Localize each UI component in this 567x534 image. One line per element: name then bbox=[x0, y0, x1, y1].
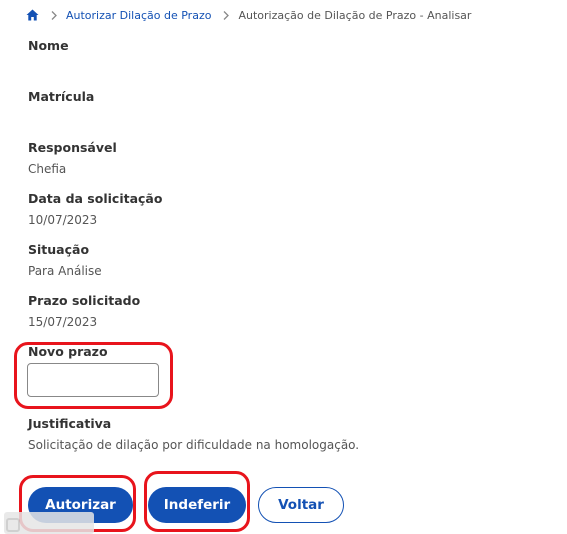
watermark-logo bbox=[4, 512, 94, 534]
situacao-label: Situação bbox=[28, 242, 90, 257]
responsavel-value: Chefia bbox=[28, 162, 67, 176]
situacao-value: Para Análise bbox=[28, 264, 102, 278]
novo-prazo-label: Novo prazo bbox=[28, 344, 108, 359]
home-icon[interactable] bbox=[26, 9, 39, 21]
justificativa-value: Solicitação de dilação por dificuldade n… bbox=[28, 438, 360, 452]
prazo-solicitado-label: Prazo solicitado bbox=[28, 293, 141, 308]
voltar-button[interactable]: Voltar bbox=[258, 487, 344, 523]
nome-label: Nome bbox=[28, 38, 69, 53]
chevron-right-icon bbox=[223, 10, 230, 20]
chevron-right-icon bbox=[51, 10, 57, 20]
responsavel-label: Responsável bbox=[28, 140, 117, 155]
data-solicitacao-label: Data da solicitação bbox=[28, 191, 163, 206]
breadcrumb-current: Autorização de Dilação de Prazo - Analis… bbox=[238, 8, 472, 22]
matricula-label: Matrícula bbox=[28, 89, 95, 104]
breadcrumb: Autorizar Dilação de Prazo Autorização d… bbox=[26, 6, 471, 24]
indeferir-button[interactable]: Indeferir bbox=[148, 487, 246, 523]
novo-prazo-input[interactable] bbox=[27, 363, 159, 397]
justificativa-label: Justificativa bbox=[28, 416, 112, 431]
data-solicitacao-value: 10/07/2023 bbox=[28, 213, 98, 227]
prazo-solicitado-value: 15/07/2023 bbox=[28, 315, 98, 329]
breadcrumb-link-autorizar-dilacao[interactable]: Autorizar Dilação de Prazo bbox=[66, 9, 211, 22]
